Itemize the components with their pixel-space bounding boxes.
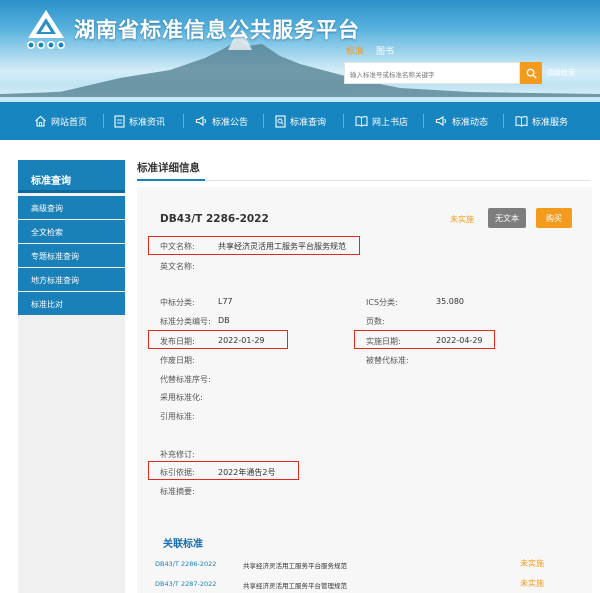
void-date-label: 作废日期:: [160, 356, 195, 365]
sidebar-item-local-query[interactable]: 地方标准查询: [18, 268, 125, 291]
basis-value: 2022年通告2号: [218, 468, 276, 477]
class-code-value: DB: [218, 316, 230, 325]
nav-services-label: 标准服务: [532, 117, 569, 128]
adopt-label: 采用标准化:: [160, 393, 203, 402]
buy-button[interactable]: 购买: [536, 208, 572, 228]
search-input[interactable]: 输入标准号或标准名称关键字: [344, 62, 520, 84]
publish-date-value: 2022-01-29: [218, 336, 265, 345]
nav-dynamics[interactable]: 标准动态: [435, 102, 488, 140]
publish-date-label: 发布日期:: [160, 337, 195, 346]
replaced-by-label: 被替代标准:: [366, 356, 409, 365]
sidebar-item-topic-query[interactable]: 专题标准查询: [18, 244, 125, 267]
class-code-label: 标准分类编号:: [160, 317, 211, 326]
nav-announcements-label: 标准公告: [212, 117, 249, 128]
en-name-label: 英文名称:: [160, 262, 195, 271]
abstract-label: 标准摘要:: [160, 487, 195, 496]
megaphone-icon: [195, 116, 206, 126]
basis-label: 标引依据:: [160, 468, 195, 477]
ics-label: ICS分类:: [366, 298, 398, 307]
page-title: 标准详细信息: [137, 162, 200, 174]
sidebar-item-advanced-query[interactable]: 高级查询: [18, 196, 125, 219]
related-code[interactable]: DB43/T 2287-2022: [155, 580, 216, 588]
search-tab-books[interactable]: 图书: [376, 44, 394, 57]
nav-home[interactable]: 网站首页: [34, 102, 87, 140]
related-status: 未实施: [520, 559, 544, 568]
title-accent-bar: [137, 179, 205, 181]
document-icon: [114, 114, 125, 128]
search-tabs: 标准 图书: [346, 44, 394, 57]
header-banner: 湖南省标准信息公共服务平台 标准 图书 输入标准号或标准名称关键字 高级检索: [0, 0, 600, 102]
nav-bookstore[interactable]: 网上书店: [355, 102, 408, 140]
nav-news-label: 标准资讯: [129, 117, 166, 128]
book-icon: [355, 116, 368, 127]
related-name[interactable]: 共享经济灵活用工服务平台服务规范: [243, 560, 347, 570]
advanced-search-link[interactable]: 高级检索: [547, 68, 575, 78]
nav-services[interactable]: 标准服务: [515, 102, 568, 140]
nav-bookstore-label: 网上书店: [372, 117, 409, 128]
sidebar-item-compare[interactable]: 标准比对: [18, 292, 125, 315]
cn-name-value: 共享经济灵活用工服务平台服务规范: [218, 242, 346, 251]
status-badge: 未实施: [450, 215, 474, 224]
search-icon: [526, 68, 537, 79]
ccs-label: 中标分类:: [160, 298, 195, 307]
megaphone-icon: [435, 116, 446, 126]
implement-date-value: 2022-04-29: [436, 336, 483, 345]
cite-label: 引用标准:: [160, 412, 195, 421]
file-search-icon: [275, 114, 286, 128]
site-logo[interactable]: [22, 8, 70, 50]
main-nav: 网站首页 标准资讯 标准公告 标准查询 网上书店 标准动态 标准服务: [0, 102, 600, 140]
search-tab-standard[interactable]: 标准: [346, 44, 364, 57]
nav-announcements[interactable]: 标准公告: [195, 102, 248, 140]
home-icon: [35, 115, 46, 127]
nav-home-label: 网站首页: [51, 117, 88, 128]
nav-news[interactable]: 标准资讯: [114, 102, 165, 140]
supplement-label: 补充修订:: [160, 450, 195, 459]
related-code[interactable]: DB43/T 2286-2022: [155, 560, 216, 568]
sidebar-menu: 高级查询 全文检索 专题标准查询 地方标准查询 标准比对: [18, 196, 125, 316]
book-icon: [515, 116, 528, 127]
cn-name-label: 中文名称:: [160, 242, 195, 251]
ccs-value: L77: [218, 297, 233, 306]
related-title: 关联标准: [163, 539, 203, 550]
nav-divider: [503, 114, 504, 128]
nav-divider: [183, 114, 184, 128]
nav-divider: [103, 114, 104, 128]
replace-no-label: 代替标准序号:: [160, 375, 211, 384]
no-text-button[interactable]: 无文本: [488, 208, 526, 228]
sidebar-item-fulltext-search[interactable]: 全文检索: [18, 220, 125, 243]
nav-query-label: 标准查询: [290, 117, 327, 128]
nav-divider: [263, 114, 264, 128]
nav-query[interactable]: 标准查询: [275, 102, 326, 140]
site-title: 湖南省标准信息公共服务平台: [74, 18, 360, 42]
standard-code: DB43/T 2286-2022: [160, 213, 269, 225]
related-name[interactable]: 共享经济灵活用工服务平台管理规范: [243, 580, 347, 590]
sidebar-title: 标准查询: [18, 160, 125, 193]
pages-label: 页数:: [366, 317, 385, 326]
nav-divider: [423, 114, 424, 128]
related-status: 未实施: [520, 579, 544, 588]
implement-date-label: 实施日期:: [366, 337, 401, 346]
ics-value: 35.080: [436, 297, 464, 306]
search-button[interactable]: [520, 62, 542, 84]
nav-dynamics-label: 标准动态: [452, 117, 489, 128]
nav-divider: [343, 114, 344, 128]
